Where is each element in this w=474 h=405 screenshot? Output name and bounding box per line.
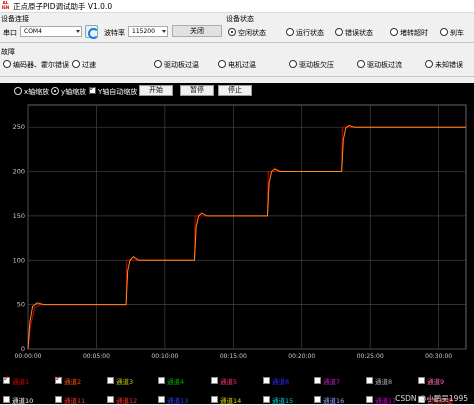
baud-select[interactable]: 115200 — [128, 26, 168, 37]
y-tick-label: 50 — [17, 301, 25, 309]
x-tick-label: 00:15:00 — [220, 353, 247, 360]
channel-checkbox-10[interactable] — [3, 396, 10, 403]
channel-checkbox-1[interactable] — [3, 374, 10, 384]
status-radio-label: 堵转超时 — [400, 29, 428, 37]
port-select[interactable]: COM4 — [20, 26, 82, 37]
x-tick-label: 00:05:00 — [83, 353, 110, 360]
baud-label: 波特率 — [104, 29, 125, 37]
fault-radio-label: 过速 — [82, 61, 96, 69]
status-radio-label: 运行状态 — [296, 29, 324, 37]
fault-radio-label: 驱动板过流 — [367, 61, 402, 69]
channel-checkbox-9[interactable] — [418, 377, 425, 384]
channel-label: 通道9 — [427, 378, 445, 386]
y-tick-label: 150 — [13, 212, 25, 220]
channel-checkbox-7[interactable] — [314, 377, 321, 384]
close-port-button[interactable]: 关闭 — [172, 25, 222, 37]
channel-checkbox-13[interactable] — [158, 396, 165, 403]
connection-group-label: 设备连接 — [1, 15, 29, 23]
channel-checkbox-14[interactable] — [211, 396, 218, 403]
y-tick-label: 100 — [13, 256, 25, 264]
x-tick-label: 00:30:00 — [425, 353, 452, 360]
fault-radio-5[interactable] — [289, 60, 297, 68]
channel-checkbox-17[interactable] — [366, 396, 373, 403]
fault-radio-label: 驱动板欠压 — [299, 61, 334, 69]
port-value: COM4 — [24, 28, 42, 35]
fault-group-label: 故障 — [1, 48, 15, 56]
fault-radio-label: 电机过温 — [228, 61, 256, 69]
status-radio-label: 刹车 — [450, 29, 464, 37]
port-label: 串口 — [3, 29, 17, 37]
series-line-2 — [27, 124, 466, 350]
status-radio-2[interactable] — [286, 28, 294, 36]
y-tick-label: 200 — [13, 168, 25, 176]
status-radio-3[interactable] — [335, 28, 343, 36]
channel-checkbox-12[interactable] — [107, 396, 114, 403]
fault-radio-label: 未知错误 — [435, 61, 463, 69]
chevron-down-icon — [76, 30, 80, 33]
fault-radio-7[interactable] — [425, 60, 433, 68]
window-title: 正点原子PID调试助手 V1.0.0 — [13, 2, 113, 11]
chart-panel: x轴缩放 y轴缩放 Y轴自动缩放 开始 暂停 停止 05010015020025… — [0, 83, 474, 405]
status-radio-5[interactable] — [440, 28, 448, 36]
channel-checkbox-4[interactable] — [158, 377, 165, 384]
separator — [0, 42, 474, 43]
x-tick-label: 00:00:00 — [15, 353, 42, 360]
x-tick-label: 00:20:00 — [288, 353, 315, 360]
separator — [0, 76, 474, 77]
x-tick-label: 00:10:00 — [151, 353, 178, 360]
channel-label: 通道7 — [323, 378, 341, 386]
channel-checkbox-5[interactable] — [211, 377, 218, 384]
fault-radio-3[interactable] — [154, 60, 162, 68]
channel-label: 通道4 — [167, 378, 185, 386]
baud-value: 115200 — [132, 28, 155, 35]
status-radio-label: 空闲状态 — [238, 29, 266, 37]
x-tick-label: 00:25:00 — [357, 353, 384, 360]
refresh-ports-button[interactable] — [85, 25, 99, 39]
channel-label: 通道5 — [220, 378, 238, 386]
y-tick-label: 250 — [13, 123, 25, 131]
fault-radio-1[interactable] — [3, 60, 11, 68]
channel-checkbox-11[interactable] — [55, 396, 62, 403]
channel-label: 通道6 — [272, 378, 290, 386]
fault-radio-label: 编码器、霍尔错误 — [13, 61, 69, 69]
fault-radio-label: 驱动板过温 — [164, 61, 199, 69]
y-tick-label: 0 — [21, 345, 25, 353]
fault-radio-2[interactable] — [72, 60, 80, 68]
status-radio-4[interactable] — [390, 28, 398, 36]
channel-label: 通道8 — [375, 378, 393, 386]
channel-label: 通道3 — [116, 378, 134, 386]
status-group-label: 设备状态 — [226, 15, 254, 23]
channel-label: 通道1 — [12, 378, 30, 386]
status-radio-label: 错误状态 — [345, 29, 373, 37]
csdn-watermark: CSDN @小鹏吴1995 — [395, 394, 468, 403]
fault-radio-6[interactable] — [357, 60, 365, 68]
chevron-down-icon — [162, 30, 166, 33]
series-line-1 — [27, 126, 466, 350]
channel-checkbox-3[interactable] — [107, 377, 114, 384]
pid-chart[interactable]: 0 50 100 150 200 250 00:00:00 00:05:00 00:10:00 0… — [0, 83, 474, 404]
channel-checkbox-16[interactable] — [314, 396, 321, 403]
plot-frame — [27, 104, 467, 350]
refresh-icon — [88, 28, 99, 39]
status-radio-1[interactable] — [228, 28, 236, 36]
channel-checkbox-8[interactable] — [366, 377, 373, 384]
channel-checkbox-15[interactable] — [263, 396, 270, 403]
channel-checkbox-2[interactable] — [55, 374, 62, 384]
channel-checkbox-6[interactable] — [263, 377, 270, 384]
fault-radio-4[interactable] — [218, 60, 226, 68]
title-bar: AL IEN 正点原子PID调试助手 V1.0.0 — [0, 0, 474, 13]
channel-label: 通道2 — [64, 378, 82, 386]
app-logo: AL IEN — [1, 1, 10, 10]
